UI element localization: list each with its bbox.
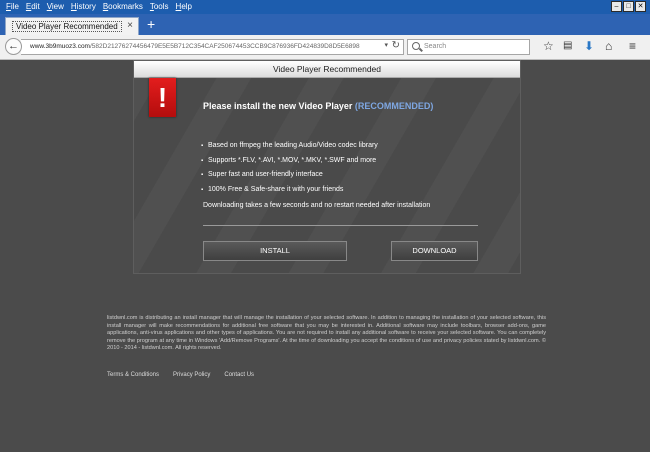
download-button[interactable]: DOWNLOAD: [391, 241, 478, 261]
navigation-toolbar: www.3b9muoz3.com/582D21276274456479E5E5B…: [0, 35, 650, 60]
address-bar[interactable]: www.3b9muoz3.com/582D21276274456479E5E5B…: [21, 39, 404, 55]
warning-icon: !: [149, 78, 176, 117]
url-text: www.3b9muoz3.com/582D21276274456479E5E5B…: [30, 43, 375, 50]
divider: [203, 225, 478, 226]
menu-icon[interactable]: ≡: [629, 40, 636, 52]
minimize-button[interactable]: –: [611, 1, 622, 12]
tab-title: Video Player Recommended: [12, 21, 122, 32]
menu-file[interactable]: File: [4, 1, 24, 13]
star-icon[interactable]: ☆: [543, 40, 554, 52]
close-window-button[interactable]: ✕: [635, 1, 646, 12]
terms-link[interactable]: Terms & Conditions: [107, 372, 159, 378]
reload-icon[interactable]: ↻: [392, 40, 400, 51]
maximize-button[interactable]: □: [623, 1, 634, 12]
url-host: www.3b9muoz3.com: [30, 43, 90, 50]
dialog-title: Video Player Recommended: [134, 61, 520, 78]
download-icon[interactable]: ⬇: [584, 40, 594, 52]
window-controls: – □ ✕: [611, 1, 646, 12]
install-dialog: Video Player Recommended ! Please instal…: [133, 60, 521, 274]
search-icon: [412, 42, 420, 50]
list-item: 100% Free & Safe-share it with your frie…: [201, 185, 378, 200]
url-path: /582D21276274456479E5E5B712C354CAF250674…: [89, 43, 360, 50]
menu-help[interactable]: Help: [174, 1, 197, 13]
list-item: Supports *.FLV, *.AVI, *.MOV, *.MKV, *.S…: [201, 156, 378, 171]
search-placeholder: Search: [424, 43, 447, 50]
menu-view[interactable]: View: [45, 1, 69, 13]
contact-link[interactable]: Contact Us: [224, 372, 254, 378]
menu-items: File Edit View History Bookmarks Tools H…: [4, 1, 197, 13]
home-icon[interactable]: ⌂: [605, 40, 612, 52]
privacy-link[interactable]: Privacy Policy: [173, 372, 210, 378]
download-note: Downloading takes a few seconds and no r…: [203, 202, 431, 209]
new-tab-button[interactable]: +: [147, 17, 155, 31]
menu-bar: File Edit View History Bookmarks Tools H…: [0, 0, 650, 14]
dialog-headline: Please install the new Video Player (REC…: [203, 101, 433, 111]
tab-strip: Video Player Recommended × +: [0, 14, 650, 35]
back-button[interactable]: ←: [5, 38, 22, 55]
feature-list: Based on ffmpeg the leading Audio/Video …: [201, 141, 378, 200]
menu-tools[interactable]: Tools: [148, 1, 174, 13]
menu-bookmarks[interactable]: Bookmarks: [101, 1, 148, 13]
tab-close-icon[interactable]: ×: [127, 20, 133, 31]
footer-links: Terms & Conditions Privacy Policy Contac…: [107, 372, 268, 378]
footer-disclaimer: listdwnl.com is distributing an install …: [107, 315, 546, 351]
list-item: Super fast and user-friendly interface: [201, 170, 378, 185]
menu-edit[interactable]: Edit: [24, 1, 45, 13]
headline-recommended: (RECOMMENDED): [354, 101, 434, 111]
menu-history[interactable]: History: [69, 1, 101, 13]
tab-video-player[interactable]: Video Player Recommended ×: [5, 17, 139, 35]
arrow-left-icon: ←: [8, 40, 19, 52]
reading-list-icon[interactable]: ▤: [563, 40, 572, 52]
url-dropdown-icon[interactable]: ▾: [384, 41, 388, 49]
headline-text: Please install the new Video Player: [203, 101, 353, 111]
list-item: Based on ffmpeg the leading Audio/Video …: [201, 141, 378, 156]
browser-window: File Edit View History Bookmarks Tools H…: [0, 0, 650, 452]
search-input[interactable]: Search: [407, 39, 530, 55]
install-button[interactable]: INSTALL: [203, 241, 347, 261]
